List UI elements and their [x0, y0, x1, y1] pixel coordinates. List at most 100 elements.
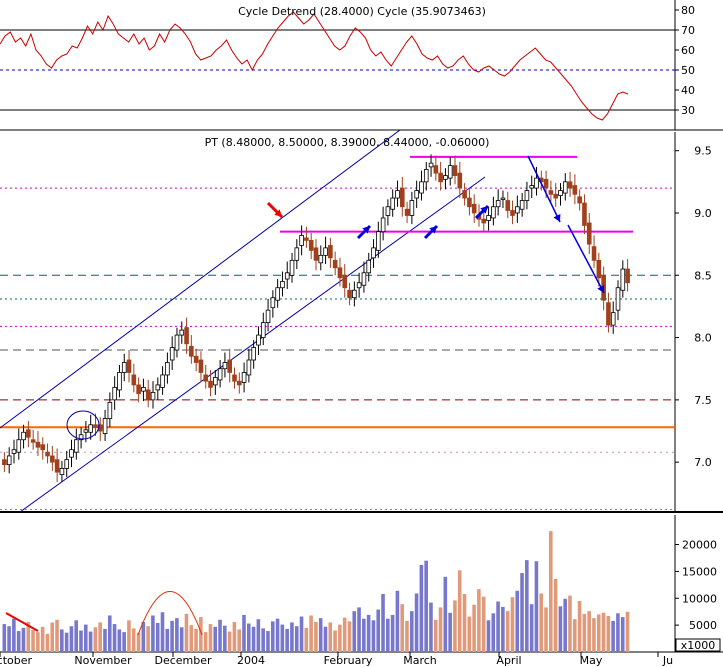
volume-bar	[136, 632, 141, 652]
x-tick-label: Ju	[662, 654, 673, 667]
candle	[131, 374, 137, 386]
candle	[534, 177, 539, 189]
volume-bar	[40, 626, 45, 652]
candle	[586, 222, 592, 245]
candle	[117, 372, 122, 391]
candle	[495, 200, 501, 208]
volume-bar	[208, 624, 213, 652]
candle	[428, 162, 434, 168]
x-tick-label: April	[496, 654, 521, 667]
candle	[452, 165, 458, 177]
candle	[337, 267, 343, 279]
candle	[232, 374, 237, 382]
volume-bar	[213, 626, 218, 652]
candle	[443, 175, 448, 180]
candle	[88, 424, 93, 433]
volume-bar	[462, 593, 467, 652]
oscillator-tick-label: 70	[681, 24, 695, 37]
candle	[419, 181, 424, 194]
volume-bar	[549, 531, 553, 652]
candle	[548, 190, 554, 195]
candle	[323, 247, 328, 256]
candle	[577, 196, 582, 204]
volume-bar	[31, 629, 35, 652]
volume-bar	[342, 617, 347, 652]
candle	[11, 449, 17, 454]
volume-bar	[151, 615, 155, 652]
volume-bar	[203, 632, 208, 652]
x-tick-label: December	[154, 654, 212, 667]
volume-bar	[472, 604, 476, 652]
candle	[328, 244, 333, 259]
volume-bar	[558, 606, 563, 652]
x-tick-label: October	[0, 654, 32, 667]
volume-bar	[16, 631, 21, 652]
candle	[524, 190, 530, 201]
candle	[313, 247, 319, 261]
volume-bar	[433, 619, 438, 652]
candle	[572, 185, 578, 195]
candle	[260, 322, 266, 338]
candle	[193, 355, 199, 363]
candle	[237, 380, 242, 386]
candle	[169, 347, 175, 361]
volume-bar	[242, 614, 246, 652]
volume-bar	[376, 609, 381, 652]
volume-bar	[69, 626, 74, 652]
volume-bar	[323, 626, 328, 652]
volume-bar	[553, 578, 558, 652]
volume-bar	[481, 596, 486, 652]
x-tick-label: March	[403, 654, 437, 667]
volume-tick-label: 15000	[682, 565, 717, 578]
candle	[174, 334, 180, 351]
volume-bar	[246, 623, 251, 652]
candle	[342, 274, 348, 289]
candle	[625, 268, 630, 284]
candle	[21, 431, 26, 441]
candle	[562, 181, 568, 194]
price-tick-label: 7.0	[694, 456, 712, 469]
candle	[284, 272, 290, 280]
volume-bar	[74, 620, 79, 652]
volume-bar	[266, 631, 270, 652]
volume-bar	[189, 625, 194, 652]
oscillator-tick-label: 50	[681, 64, 695, 77]
candle	[280, 281, 285, 289]
stock-chart: 30 40 50 60 70 80 7.0 7.5 8.0 8.5 9.0 9.5 5000 1000…	[0, 0, 723, 667]
volume-bar	[419, 564, 424, 652]
candle	[308, 239, 314, 251]
candle	[112, 387, 117, 401]
volume-bar	[141, 621, 146, 652]
candle	[121, 362, 127, 373]
candle	[553, 193, 558, 199]
candle	[145, 389, 151, 401]
volume-bar	[60, 629, 64, 652]
candle	[217, 368, 223, 381]
volume-bar	[338, 624, 342, 652]
candle	[26, 429, 31, 438]
volume-bar	[107, 615, 112, 652]
volume-bar	[457, 570, 462, 652]
candle	[50, 455, 55, 463]
candle	[519, 200, 525, 210]
volume-bar	[256, 619, 261, 652]
candle	[620, 268, 626, 291]
volume-bar	[12, 618, 16, 652]
volume-bar	[50, 622, 55, 652]
candle	[30, 439, 36, 443]
volume-bar	[529, 604, 534, 652]
candle	[332, 259, 338, 269]
volume-bar	[333, 630, 337, 652]
volume-bar	[7, 626, 11, 652]
volume-bar	[218, 619, 222, 652]
candle	[347, 289, 352, 299]
volume-bar	[318, 618, 323, 652]
volume-bar	[577, 600, 582, 652]
candle	[251, 347, 256, 361]
volume-bar	[491, 613, 496, 652]
volume-bar	[400, 604, 404, 652]
candle	[126, 359, 132, 373]
candle	[515, 206, 520, 214]
candle	[160, 374, 165, 388]
price-tick-label: 8.5	[694, 269, 712, 282]
